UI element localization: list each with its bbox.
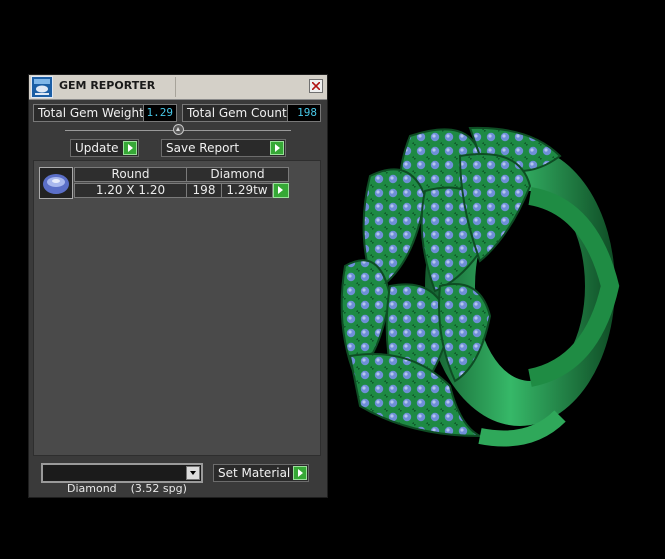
gem-material: Diamond — [186, 167, 289, 182]
set-material-button[interactable]: Set Material — [213, 464, 309, 482]
gem-size: 1.20 X 1.20 — [74, 183, 187, 198]
title-divider — [175, 77, 176, 97]
save-report-button[interactable]: Save Report — [161, 139, 286, 157]
chevron-down-icon[interactable] — [186, 466, 200, 480]
material-select[interactable]: Diamond (3.52 spg) — [41, 463, 203, 495]
total-gem-count-label: Total Gem Count — [182, 104, 288, 122]
total-gem-weight-value: 1.29 — [143, 104, 177, 122]
play-arrow-icon — [270, 141, 284, 155]
ring-model — [340, 126, 620, 447]
material-select-value: Diamond (3.52 spg) — [66, 482, 187, 495]
play-arrow-icon — [123, 141, 137, 155]
window-title: GEM REPORTER — [59, 79, 156, 92]
total-gem-count-value: 198 — [287, 104, 321, 122]
update-button[interactable]: Update — [70, 139, 139, 157]
gem-shape: Round — [74, 167, 187, 182]
gem-weight: 1.29tw — [221, 183, 273, 198]
gem-list: Round Diamond 1.20 X 1.20 198 1.29tw — [33, 160, 321, 456]
update-label: Update — [75, 141, 119, 155]
save-report-label: Save Report — [166, 141, 240, 155]
gem-reporter-panel: GEM REPORTER Total Gem Weight 1.29 Total… — [28, 74, 328, 498]
play-arrow-icon — [293, 466, 307, 480]
title-bar[interactable]: GEM REPORTER — [29, 75, 327, 100]
set-material-label: Set Material — [218, 466, 291, 480]
total-gem-weight-label: Total Gem Weight — [33, 104, 145, 122]
3d-viewport[interactable]: GEM REPORTER Total Gem Weight 1.29 Total… — [0, 0, 665, 559]
gem-row-play-button[interactable] — [273, 183, 289, 198]
close-icon — [312, 82, 320, 90]
close-button[interactable] — [309, 79, 323, 93]
gem-thumbnail — [39, 167, 73, 199]
gem-count: 198 — [186, 183, 222, 198]
gem-reporter-icon — [31, 76, 53, 98]
collapse-handle[interactable] — [173, 124, 184, 135]
